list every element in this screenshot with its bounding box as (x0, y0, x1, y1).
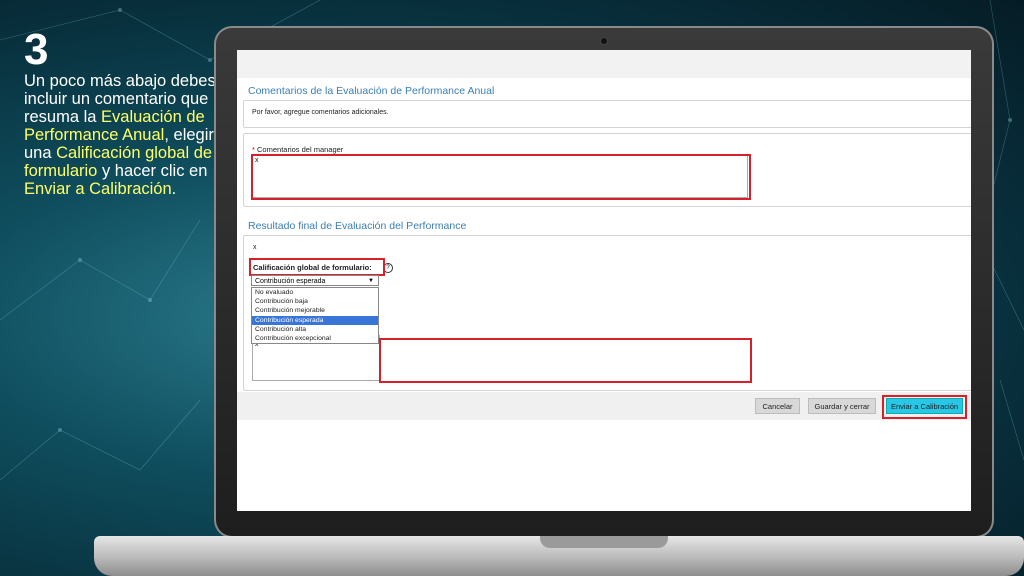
section-comments-title: Comentarios de la Evaluación de Performa… (248, 85, 495, 97)
instruction-text: Un poco más abajo debes incluir un comen… (24, 72, 219, 198)
instruction-text-part: y hacer clic en (97, 162, 208, 180)
rating-option[interactable]: No evaluado (252, 288, 378, 297)
rating-option-selected[interactable]: Contribución esperada (252, 315, 378, 325)
top-bar (237, 50, 971, 78)
annotation-result-comments (379, 338, 752, 383)
rating-option[interactable]: Contribución mejorable (252, 306, 378, 315)
annotation-submit-button (882, 395, 967, 419)
highlight-submit: Enviar a Calibración (24, 180, 172, 198)
rating-selected-value: Contribución esperada (255, 278, 326, 285)
annotation-rating-label (249, 258, 385, 276)
cancel-button[interactable]: Cancelar (755, 398, 800, 414)
manager-label: * Comentarios del manager (252, 145, 343, 154)
required-mark: * (252, 145, 255, 154)
laptop-screen: Comentarios de la Evaluación de Performa… (237, 50, 971, 511)
instruction-block: 3 Un poco más abajo debes incluir un com… (24, 25, 219, 199)
rating-option[interactable]: Contribución baja (252, 297, 378, 306)
annotation-manager-comments (251, 154, 751, 200)
rating-option[interactable]: Contribución alta (252, 325, 378, 334)
section-result-title: Resultado final de Evaluación del Perfor… (248, 220, 467, 232)
rating-select[interactable]: Contribución esperada ▼ (251, 275, 379, 286)
rating-option[interactable]: Contribución excepcional (252, 334, 378, 343)
comments-note: Por favor, agregue comentarios adicional… (252, 109, 389, 116)
laptop-notch (540, 536, 668, 548)
webcam (600, 37, 608, 45)
save-close-button[interactable]: Guardar y cerrar (808, 398, 876, 414)
step-number: 3 (24, 25, 49, 74)
instruction-text-part: . (171, 180, 177, 198)
result-value: x (253, 244, 257, 251)
chevron-down-icon: ▼ (368, 278, 374, 284)
manager-label-text: Comentarios del manager (257, 145, 344, 154)
comments-note-panel: Por favor, agregue comentarios adicional… (243, 100, 971, 128)
rating-dropdown-list: No evaluado Contribución baja Contribuci… (251, 287, 379, 345)
